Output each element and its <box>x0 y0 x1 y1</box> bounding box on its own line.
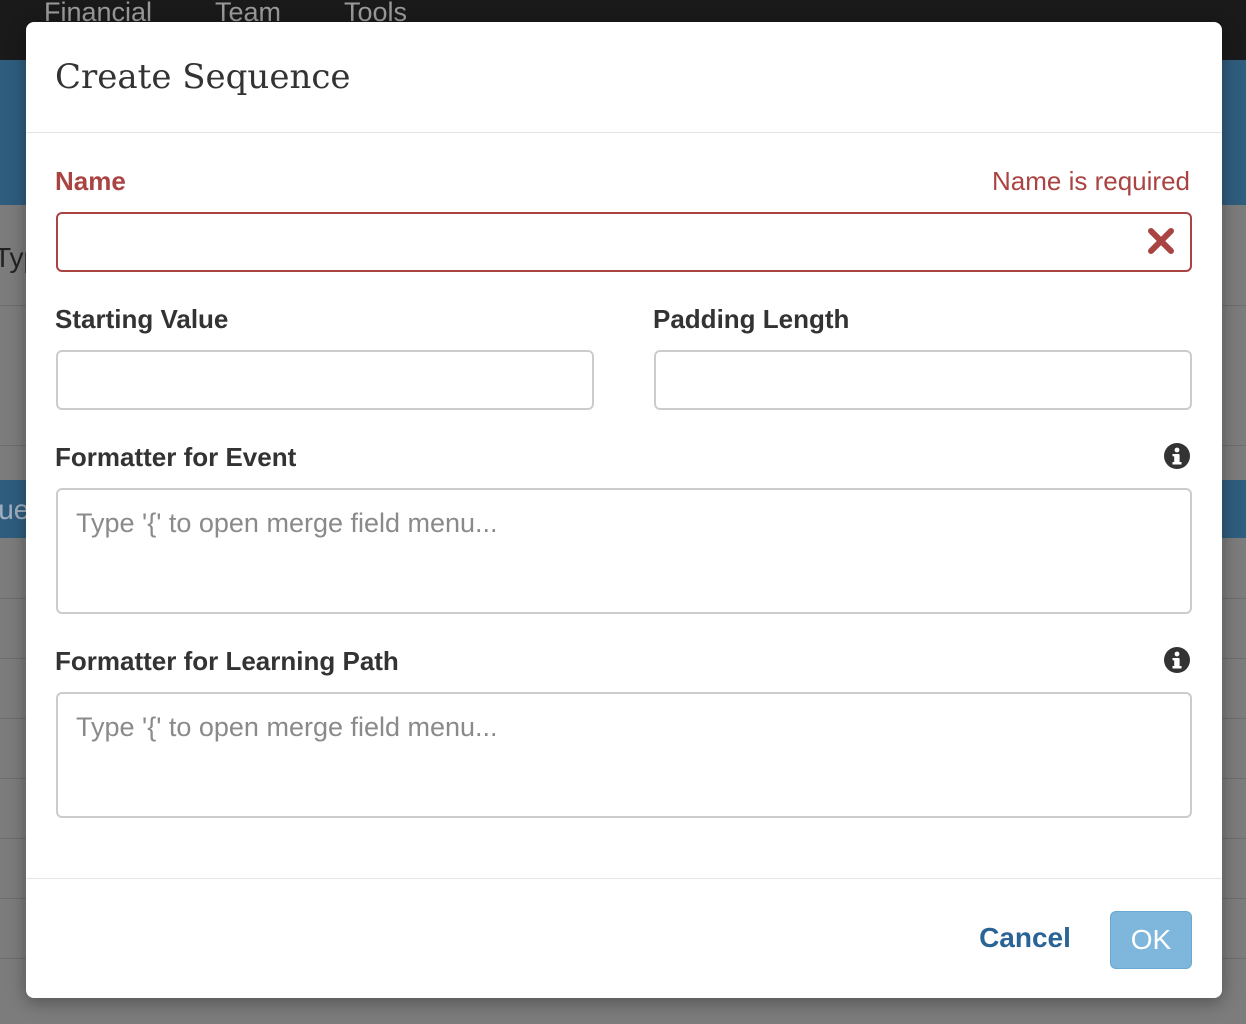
formatter-event-textarea[interactable] <box>56 488 1192 614</box>
formatter-event-label: Formatter for Event <box>55 442 297 472</box>
ok-button[interactable]: OK <box>1110 911 1192 969</box>
name-label: Name <box>55 166 126 196</box>
name-input[interactable] <box>56 212 1192 272</box>
dialog-footer: Cancel OK <box>26 878 1222 999</box>
starting-value-label: Starting Value <box>55 304 229 334</box>
padding-length-label: Padding Length <box>653 304 850 334</box>
padding-length-input[interactable] <box>654 350 1192 410</box>
dialog-title: Create Sequence <box>55 57 351 97</box>
clear-icon[interactable] <box>1146 226 1176 256</box>
name-error-message: Name is required <box>992 166 1190 196</box>
dialog-header: Create Sequence <box>26 22 1222 133</box>
cancel-button[interactable]: Cancel <box>966 909 1084 967</box>
background-column-fragment: lue <box>0 494 30 525</box>
formatter-learning-path-label: Formatter for Learning Path <box>55 646 399 676</box>
starting-value-input[interactable] <box>56 350 594 410</box>
info-icon[interactable] <box>1163 646 1191 674</box>
create-sequence-dialog: Create Sequence Name Name is required St… <box>26 22 1222 998</box>
info-icon[interactable] <box>1163 442 1191 470</box>
formatter-learning-path-textarea[interactable] <box>56 692 1192 818</box>
